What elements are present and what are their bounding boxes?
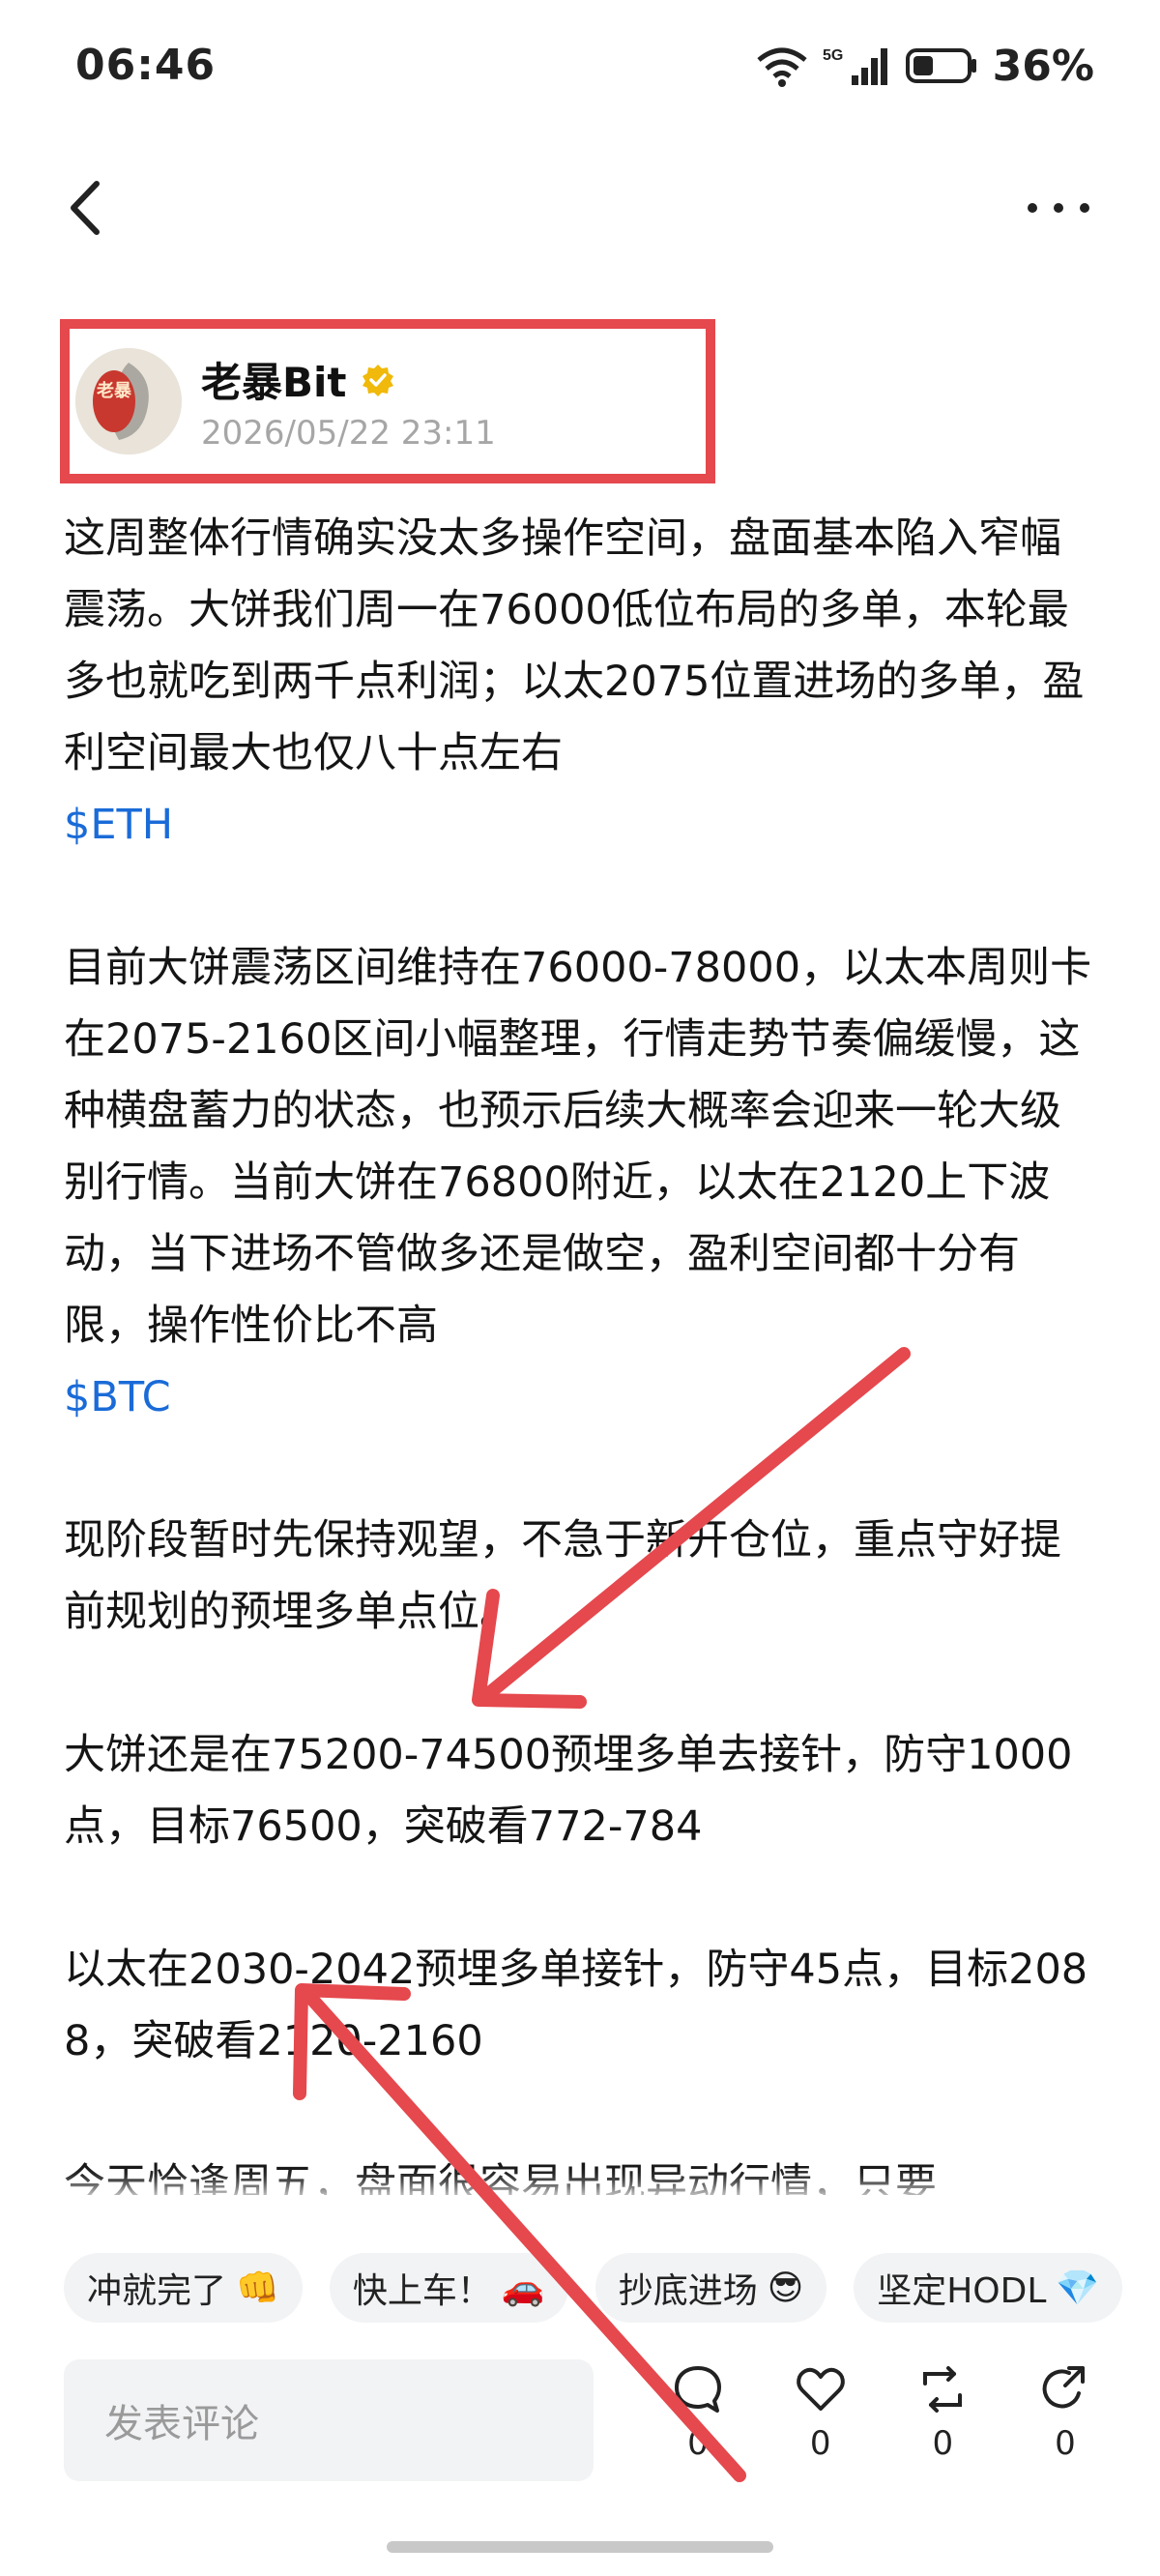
car-icon: 🚗 [501, 2269, 545, 2308]
repost-button[interactable]: 0 [894, 2364, 991, 2490]
reaction-chip[interactable]: 抄底进场 😎 [594, 2253, 827, 2323]
status-bar: 06:46 5G 36% [0, 0, 1160, 145]
comment-button[interactable]: 0 [650, 2364, 746, 2490]
status-icons: 5G 36% [755, 41, 1094, 91]
post-paragraph-1: 这周整体行情确实没太多操作空间，盘面基本陷入窄幅震荡。大饼我们周一在76000低… [64, 514, 1085, 777]
reaction-label: 快上车！ [352, 2271, 492, 2311]
repost-icon [923, 2366, 963, 2413]
sunglasses-icon: 😎 [767, 2268, 804, 2308]
fist-icon: 👊 [236, 2269, 279, 2308]
author-highlight-box [60, 319, 715, 483]
gem-icon: 💎 [1056, 2269, 1100, 2308]
like-button[interactable]: 0 [772, 2364, 869, 2490]
comment-icon [675, 2366, 721, 2413]
comment-placeholder: 发表评论 [104, 2402, 259, 2446]
status-time: 06:46 [75, 41, 217, 90]
reaction-chips: 冲就完了 👊 快上车！ 🚗 抄底进场 😎 坚定HODL 💎 [64, 2253, 1123, 2323]
post-body: 这周整体行情确实没太多操作空间，盘面基本陷入窄幅震荡。大饼我们周一在76000低… [64, 503, 1098, 2220]
post-actions: 0 0 0 0 [650, 2364, 1114, 2490]
share-icon [1042, 2366, 1085, 2409]
repost-count: 0 [932, 2424, 954, 2463]
network-type-label: 5G [823, 47, 843, 64]
home-indicator[interactable] [387, 2541, 773, 2553]
like-count: 0 [809, 2424, 831, 2463]
back-button[interactable] [58, 174, 116, 242]
reaction-label: 坚定HODL [877, 2271, 1047, 2311]
tag-eth-link[interactable]: $ETH [64, 789, 1098, 861]
reaction-chip[interactable]: 快上车！ 🚗 [329, 2253, 568, 2323]
heart-icon [796, 2367, 845, 2411]
more-button[interactable] [1025, 189, 1092, 227]
post-paragraph-4: 大饼还是在75200-74500预埋多单去接针，防守1000点，目标76500，… [64, 1731, 1073, 1851]
battery-icon [905, 48, 976, 83]
post-paragraph-5: 以太在2030-2042预埋多单接针，防守45点，目标2088，突破看2120-… [64, 1946, 1088, 2065]
more-horizontal-icon [1028, 203, 1089, 213]
post-paragraph-3: 现阶段暂时先保持观望，不急于新开仓位，重点守好提前规划的预埋多单点位。 [64, 1516, 1061, 1636]
cellular-signal-icon: 5G [823, 47, 887, 85]
share-button[interactable]: 0 [1017, 2364, 1114, 2490]
reaction-chip[interactable]: 冲就完了 👊 [64, 2253, 303, 2323]
share-count: 0 [1055, 2424, 1076, 2463]
post-paragraph-2: 目前大饼震荡区间维持在76000-78000，以太本周则卡在2075-2160区… [64, 944, 1092, 1350]
wifi-icon [757, 47, 807, 87]
reaction-label: 冲就完了 [87, 2271, 227, 2311]
reaction-label: 抄底进场 [618, 2271, 758, 2311]
tag-btc-link[interactable]: $BTC [64, 1361, 1098, 1433]
comment-count: 0 [687, 2424, 709, 2463]
chevron-left-icon [71, 181, 100, 235]
battery-percent: 36% [992, 41, 1094, 91]
comment-input[interactable]: 发表评论 [64, 2359, 594, 2481]
reaction-chip[interactable]: 坚定HODL 💎 [854, 2253, 1123, 2323]
